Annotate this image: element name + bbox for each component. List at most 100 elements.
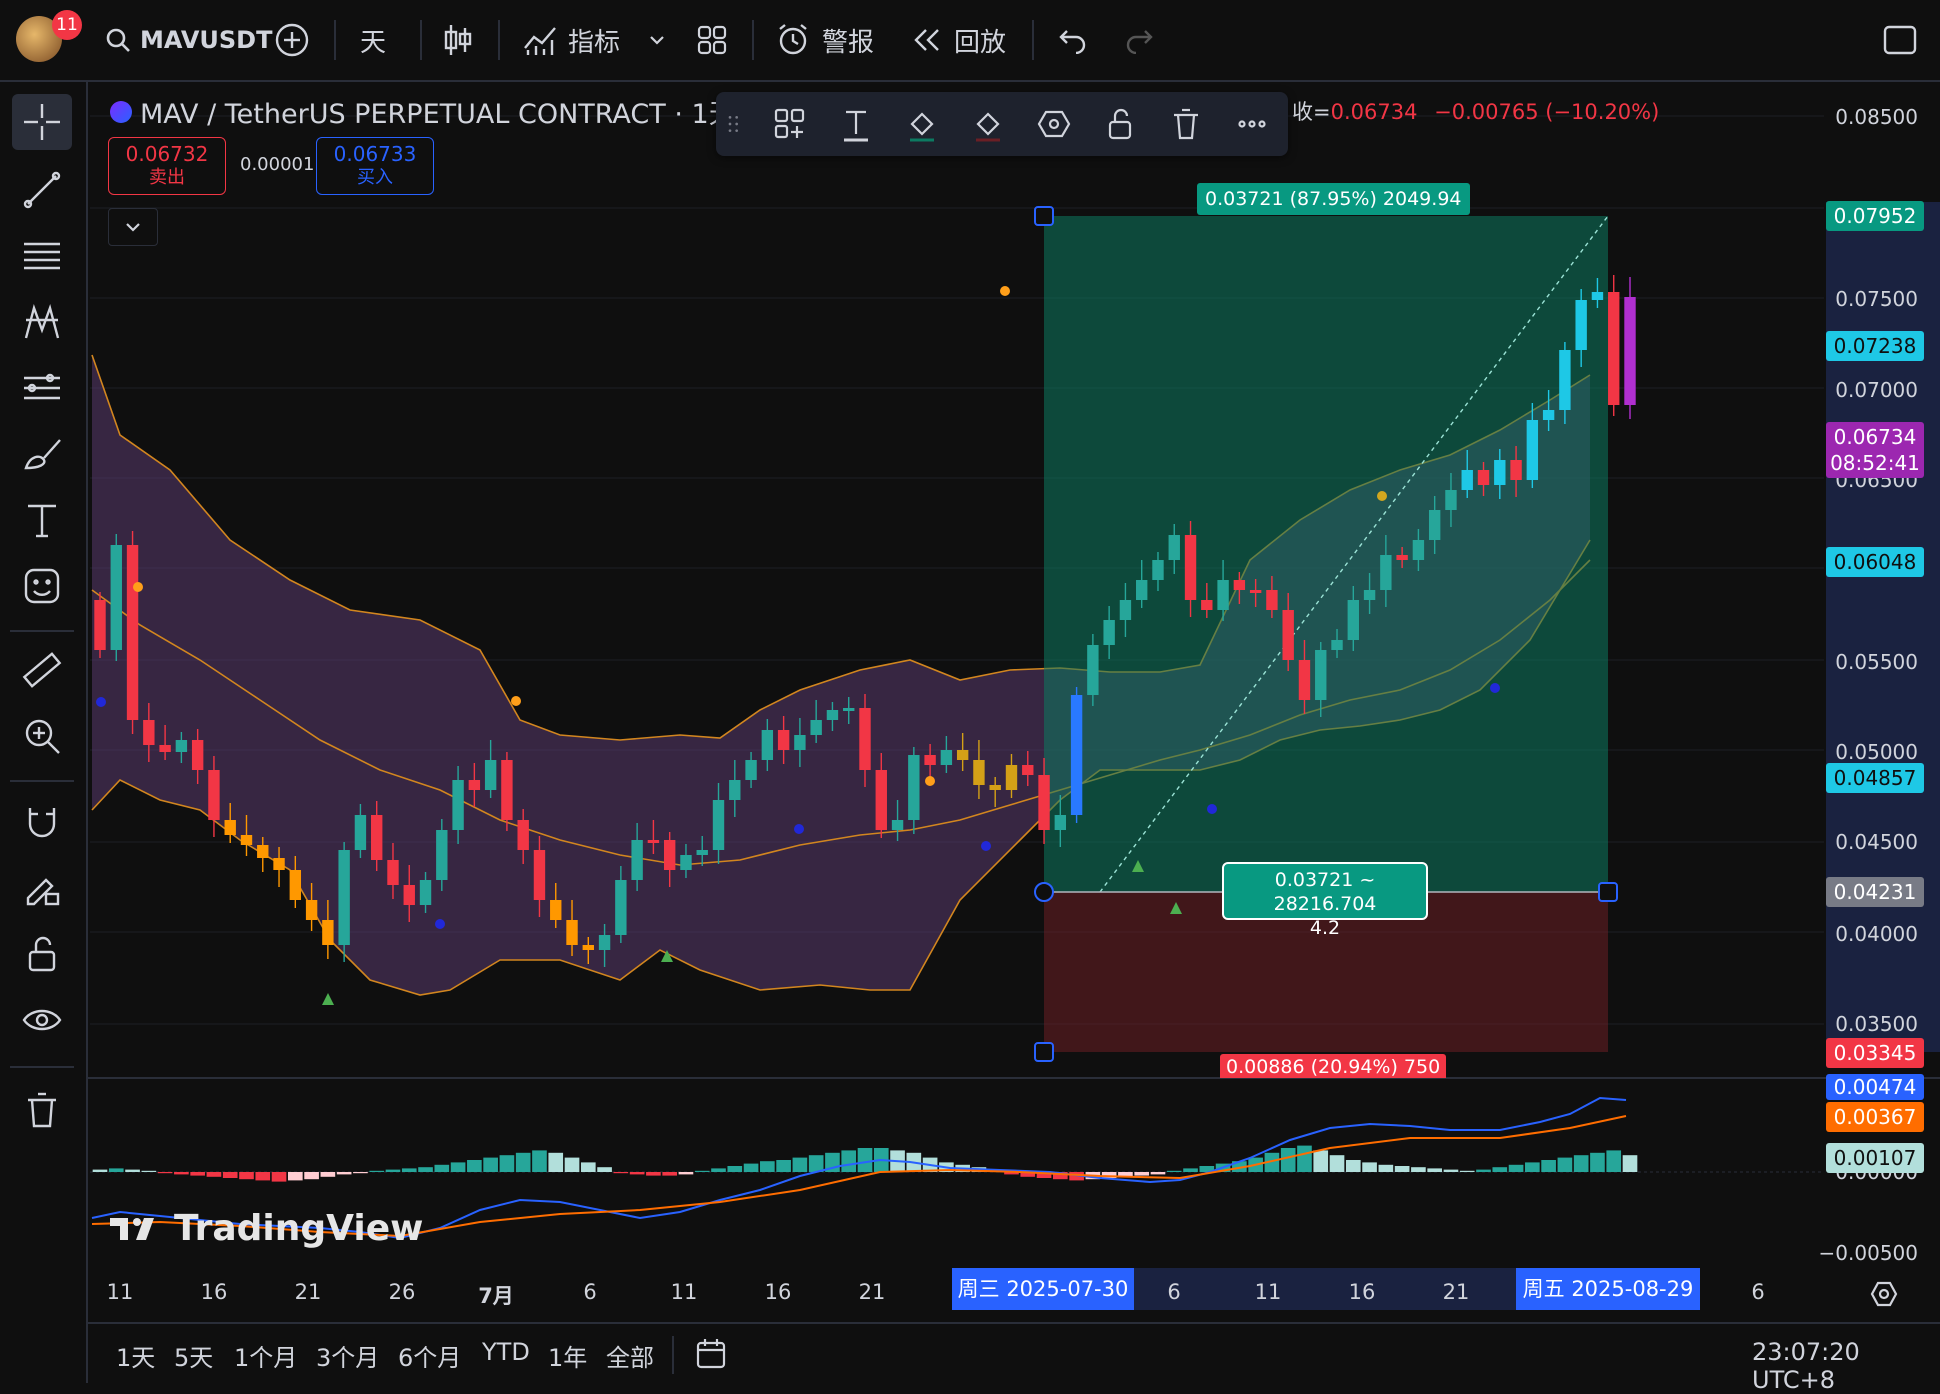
histogram-bar — [336, 1172, 352, 1175]
histogram-bar — [320, 1172, 336, 1177]
range-5d-button[interactable]: 5天 — [174, 1338, 213, 1373]
histogram-bar — [450, 1162, 466, 1172]
candle-body — [1396, 555, 1408, 560]
histogram-bar — [369, 1170, 385, 1172]
histogram-bar — [1183, 1168, 1198, 1172]
legend-collapse-button[interactable] — [108, 208, 158, 246]
entry-label[interactable]: 0.03721 ~ 28216.704 4.2 — [1222, 862, 1428, 939]
sell-label: 卖出 — [149, 167, 185, 188]
more-dots-icon — [1238, 120, 1266, 128]
signal-dot — [981, 841, 991, 851]
histogram-bar — [1378, 1164, 1394, 1172]
range-all-button[interactable]: 全部 — [606, 1338, 654, 1373]
lock-button[interactable] — [1098, 102, 1142, 146]
buy-button[interactable]: 0.06733 买入 — [316, 137, 434, 195]
fill-color-button[interactable] — [900, 102, 944, 146]
histogram-bar — [1427, 1168, 1443, 1172]
position-handle[interactable] — [1034, 882, 1054, 902]
text-button[interactable] — [834, 102, 878, 146]
position-handle[interactable] — [1034, 1042, 1054, 1062]
histogram-bar — [239, 1172, 254, 1180]
candle-body — [419, 880, 432, 905]
candle-body — [940, 750, 953, 765]
candle-body — [1347, 600, 1359, 640]
time-tick: 16 — [1348, 1280, 1376, 1304]
time-tick: 21 — [1442, 1280, 1470, 1304]
candle-body — [843, 708, 855, 711]
candle-body — [240, 835, 253, 845]
candle-body — [208, 770, 220, 820]
candle-body — [289, 870, 302, 900]
candle-body — [777, 730, 790, 750]
price-chart[interactable] — [0, 0, 1940, 1383]
candle-body — [875, 770, 887, 830]
delete-button[interactable] — [1164, 102, 1208, 146]
paint-bucket-icon — [910, 112, 934, 142]
clock-timezone[interactable]: 23:07:20 UTC+8 — [1752, 1338, 1940, 1394]
histogram-bar — [1280, 1148, 1296, 1172]
histogram-bar — [125, 1169, 140, 1172]
drag-handle[interactable] — [722, 102, 746, 146]
candle-body — [1022, 765, 1034, 775]
histogram-bar — [678, 1172, 694, 1175]
candle-body — [1315, 650, 1327, 700]
candle-body — [257, 845, 269, 858]
bottombar-separator — [672, 1336, 674, 1374]
signal-dot — [133, 582, 143, 592]
signal-value-tag: 0.00367 — [1826, 1102, 1924, 1132]
histogram-bar — [792, 1157, 808, 1172]
axis-settings-button[interactable] — [1868, 1278, 1900, 1310]
template-button[interactable] — [768, 102, 812, 146]
candle-body — [794, 735, 806, 750]
histogram-bar — [1525, 1162, 1540, 1172]
histogram-bar — [564, 1157, 580, 1172]
candle-body — [989, 785, 1001, 790]
candle-body — [1559, 350, 1571, 410]
signal-dot — [1207, 804, 1217, 814]
range-1d-button[interactable]: 1天 — [116, 1338, 155, 1373]
histogram-bar — [1508, 1164, 1524, 1172]
range-ytd-button[interactable]: YTD — [482, 1338, 530, 1366]
candle-body — [810, 720, 822, 735]
candle-body — [908, 755, 920, 820]
histogram-bar — [1345, 1160, 1361, 1172]
candle-body — [1380, 555, 1392, 590]
range-6m-button[interactable]: 6个月 — [398, 1338, 461, 1373]
more-button[interactable] — [1230, 102, 1274, 146]
go-to-date-button[interactable] — [694, 1336, 730, 1372]
calendar-icon — [696, 1339, 726, 1369]
candle-body — [729, 780, 741, 800]
watermark-text: TradingView — [174, 1208, 424, 1249]
candle-body — [1591, 292, 1604, 300]
candle-body — [501, 760, 513, 820]
range-3m-button[interactable]: 3个月 — [316, 1338, 379, 1373]
time-tick: 11 — [106, 1280, 134, 1304]
trash-icon — [1174, 108, 1198, 140]
range-end-tag: 周五 2025-08-29 — [1516, 1268, 1700, 1310]
time-tick: 26 — [388, 1280, 416, 1304]
histogram-bar — [1329, 1155, 1345, 1172]
histogram-bar — [418, 1167, 433, 1172]
histogram-bar — [1573, 1155, 1589, 1172]
histogram-bar — [1134, 1172, 1150, 1176]
price-tick: 0.05000 — [1835, 740, 1918, 764]
candle-body — [354, 815, 367, 850]
range-1m-button[interactable]: 1个月 — [234, 1338, 297, 1373]
range-1y-button[interactable]: 1年 — [548, 1338, 587, 1373]
candle-body — [1477, 470, 1490, 485]
histogram-bar — [92, 1169, 108, 1172]
candle-body — [1087, 645, 1099, 695]
position-profit-zone[interactable] — [1044, 216, 1608, 892]
histogram-bar — [515, 1152, 531, 1172]
candle-body — [598, 935, 611, 950]
candle-body — [517, 820, 529, 850]
sell-button[interactable]: 0.06732 卖出 — [108, 137, 226, 195]
range-start-tag: 周三 2025-07-30 — [952, 1268, 1134, 1310]
position-handle[interactable] — [1598, 882, 1618, 902]
settings-button[interactable] — [1032, 102, 1076, 146]
candle-body — [1494, 460, 1506, 485]
position-handle[interactable] — [1034, 206, 1054, 226]
loss-color-button[interactable] — [966, 102, 1010, 146]
candle-body — [371, 815, 383, 860]
chart-legend-title[interactable]: MAV / TetherUS PERPETUAL CONTRACT · 1天 · — [110, 92, 753, 131]
